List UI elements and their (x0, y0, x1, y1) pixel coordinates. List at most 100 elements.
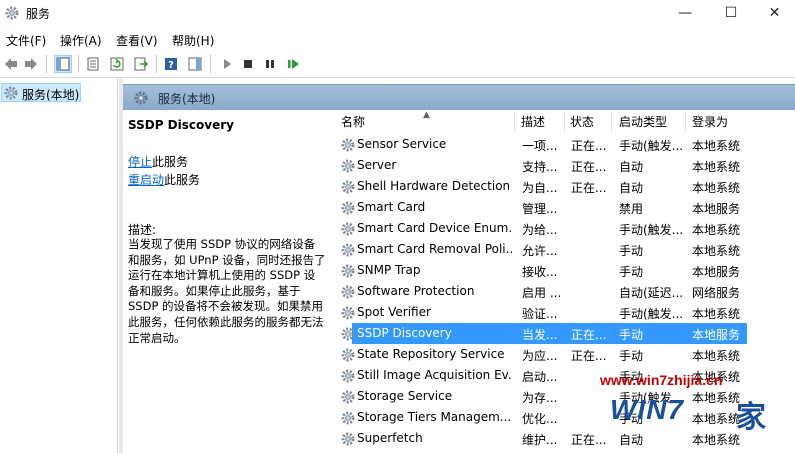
close-button[interactable]: ✕ (754, 0, 795, 28)
toolbar-separator (156, 55, 157, 73)
service-log-on-as-cell: 本地系统 (692, 307, 741, 321)
stop-service-icon (244, 60, 252, 68)
svg-text:?: ? (168, 60, 174, 71)
restart-service-line: 重启动此服务 (128, 171, 200, 188)
service-status-cell: 正在... (571, 349, 607, 363)
help-icon: ? (165, 58, 177, 71)
content-header: 服务(本地) (123, 84, 795, 110)
column-separator[interactable] (514, 112, 515, 132)
service-name-cell: SSDP Discovery (357, 326, 452, 340)
table-row[interactable]: Smart Card Removal Poli... 允许... 手动 本地系统 (332, 239, 795, 260)
menu-view[interactable]: 查看(V) (116, 32, 158, 49)
refresh-icon (110, 57, 124, 71)
show-tree-button[interactable] (54, 55, 72, 73)
site-watermark: www.win7zhijia.cn WIN7 家 (590, 372, 795, 453)
refresh-button[interactable] (108, 55, 126, 73)
column-separator[interactable] (611, 112, 612, 132)
table-row[interactable]: SNMP Trap 接收... 手动 本地服务 (332, 260, 795, 281)
forward-button[interactable] (22, 55, 40, 73)
menu-file[interactable]: 文件(F) (6, 32, 46, 49)
maximize-button[interactable]: ☐ (708, 0, 754, 28)
service-log-on-as-cell: 本地服务 (692, 265, 741, 279)
service-gear-icon (340, 326, 356, 345)
table-row[interactable]: Spot Verifier 验证... 手动(触发... 本地系统 (332, 302, 795, 323)
service-name-cell: Superfetch (357, 431, 423, 445)
restart-service-link[interactable]: 重启动 (128, 173, 164, 187)
service-gear-icon (340, 284, 356, 303)
pause-service-button[interactable] (261, 55, 279, 73)
service-startup-type-cell: 手动 (619, 265, 644, 279)
service-name-cell: Storage Service (357, 389, 453, 403)
service-startup-type-cell: 自动 (619, 160, 644, 174)
restart-service-button[interactable] (285, 55, 303, 73)
service-gear-icon (340, 410, 356, 429)
export-list-icon (134, 57, 148, 71)
service-startup-type-cell: 手动(触发... (619, 139, 684, 153)
service-name-cell: SNMP Trap (357, 263, 421, 277)
service-log-on-as-cell: 本地系统 (692, 244, 741, 258)
selected-service-name: SSDP Discovery (128, 118, 234, 132)
column-separator[interactable] (564, 112, 565, 132)
service-gear-icon (340, 368, 356, 387)
service-gear-icon (340, 431, 356, 450)
column-header-startup-type[interactable]: 启动类型 (619, 110, 667, 134)
properties-icon (87, 57, 99, 71)
service-description-cell: 验证... (522, 307, 558, 321)
pause-service-icon (266, 60, 274, 68)
service-name-cell: Smart Card (357, 200, 426, 214)
menu-action[interactable]: 操作(A) (60, 32, 102, 49)
column-header-description[interactable]: 描述 (521, 110, 545, 134)
service-gear-icon (340, 137, 356, 156)
service-log-on-as-cell: 本地系统 (692, 349, 741, 363)
column-header-log-on-as[interactable]: 登录为 (692, 110, 728, 134)
column-separator[interactable] (685, 112, 686, 132)
back-arrow-icon (5, 58, 17, 70)
service-description-cell: 维护... (522, 433, 558, 447)
service-name-cell: Server (357, 158, 397, 172)
service-status-cell: 正在... (571, 181, 607, 195)
service-description-cell: 为应... (522, 349, 558, 363)
export-list-button[interactable] (132, 55, 150, 73)
service-name-cell: Smart Card Removal Poli... (357, 242, 512, 256)
description-text: 当发现了使用 SSDP 协议的网络设备和服务，如 UPnP 设备，同时还报告了运… (128, 237, 326, 345)
content-header-title: 服务(本地) (158, 92, 216, 106)
forward-arrow-icon (25, 58, 37, 70)
start-service-button[interactable] (218, 55, 236, 73)
sort-ascending-icon: ▲ (423, 110, 430, 120)
table-row[interactable]: Smart Card Device Enum... 为给... 手动(触发... 本地… (332, 218, 795, 239)
minimize-button[interactable]: — (662, 0, 708, 28)
table-row[interactable]: Sensor Service 一项... 正在... 手动(触发... 本地系统 (332, 134, 795, 155)
properties-button[interactable] (84, 55, 102, 73)
service-description-cell: 为存... (522, 391, 558, 405)
table-row[interactable]: SSDP Discovery 当发... 正在... 手动 本地服务 (332, 323, 795, 344)
service-startup-type-cell: 手动 (619, 244, 644, 258)
menu-help[interactable]: 帮助(H) (172, 32, 214, 49)
back-button[interactable] (2, 55, 20, 73)
service-log-on-as-cell: 本地系统 (692, 223, 741, 237)
table-row[interactable]: Smart Card 管理... 禁用 本地服务 (332, 197, 795, 218)
table-row[interactable]: State Repository Service 为应... 正在... 手动 本地系统 (332, 344, 795, 365)
help-button[interactable]: ? (162, 55, 180, 73)
service-gear-icon (340, 389, 356, 408)
column-header-name[interactable]: 名称 (341, 110, 365, 134)
toggle-action-pane-button[interactable] (186, 55, 204, 73)
table-row[interactable]: Shell Hardware Detection 为自... 正在... 自动 本地系统 (332, 176, 795, 197)
toolbar-separator (46, 55, 47, 73)
service-gear-icon (340, 242, 356, 261)
tree-item-services-local[interactable]: 服务(本地) (1, 83, 81, 102)
service-description-cell: 优化... (522, 412, 558, 426)
service-gear-icon (340, 305, 356, 324)
table-row[interactable]: Software Protection 启用 ... 自动(延迟... 网络服务 (332, 281, 795, 302)
service-gear-icon (340, 158, 356, 177)
service-startup-type-cell: 手动 (619, 349, 644, 363)
stop-service-button[interactable] (239, 55, 257, 73)
service-startup-type-cell: 手动(触发... (619, 223, 684, 237)
window-title: 服务 (26, 7, 51, 21)
tree-item-label: 服务(本地) (22, 88, 80, 102)
service-description-cell: 为自... (522, 181, 558, 195)
services-gear-icon (4, 5, 20, 21)
column-header-status[interactable]: 状态 (570, 110, 594, 134)
services-gear-icon (133, 90, 149, 109)
stop-service-link[interactable]: 停止 (128, 155, 152, 169)
table-row[interactable]: Server 支持... 正在... 自动 本地系统 (332, 155, 795, 176)
